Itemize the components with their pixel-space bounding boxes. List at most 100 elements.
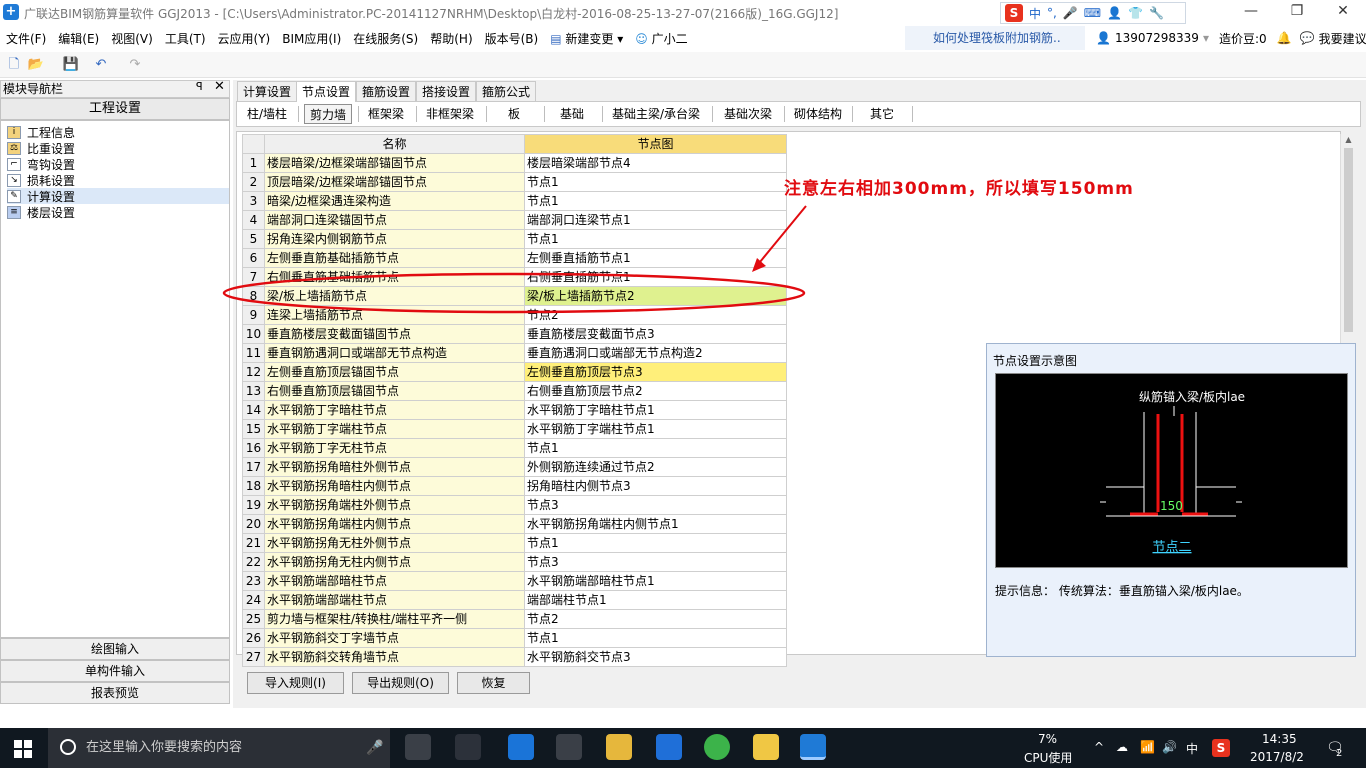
tab-stirrup-settings[interactable]: 箍筋设置 xyxy=(356,81,417,101)
row-node[interactable]: 水平钢筋拐角端柱内侧节点1 xyxy=(524,514,787,534)
table-row[interactable]: 19 水平钢筋拐角端柱外侧节点 节点3 xyxy=(242,495,787,515)
menu-assistant[interactable]: ☺ 广小二 xyxy=(629,30,693,47)
tab-node-settings[interactable]: 节点设置 xyxy=(296,81,357,102)
row-node[interactable]: 端部端柱节点1 xyxy=(524,590,787,610)
tray-chevron-icon[interactable]: ^ xyxy=(1094,740,1104,754)
edge-icon[interactable] xyxy=(508,734,534,760)
menu-help[interactable]: 帮助(H) xyxy=(424,30,478,47)
bell-icon[interactable]: 🔔 xyxy=(1277,31,1292,45)
row-name[interactable]: 水平钢筋丁字暗柱节点 xyxy=(264,400,525,420)
tools-icon[interactable]: 🔧 xyxy=(1149,6,1164,20)
row-name[interactable]: 右侧垂直筋顶层锚固节点 xyxy=(264,381,525,401)
table-row[interactable]: 24 水平钢筋端部端柱节点 端部端柱节点1 xyxy=(242,590,787,610)
user-phone[interactable]: 13907298339 xyxy=(1115,31,1199,45)
keyboard-icon[interactable]: ⌨ xyxy=(1084,6,1101,20)
subtab-foundation[interactable]: 基础 xyxy=(548,104,596,124)
row-node[interactable]: 垂直筋遇洞口或端部无节点构造2 xyxy=(524,343,787,363)
pin-icon[interactable]: ꟼ xyxy=(196,80,203,93)
subtab-shear-wall[interactable]: 剪力墙 xyxy=(304,104,352,124)
subtab-slab[interactable]: 板 xyxy=(490,104,538,124)
row-node[interactable]: 节点1 xyxy=(524,628,787,648)
suggest-icon[interactable]: 💬 xyxy=(1300,31,1315,45)
row-node[interactable]: 节点3 xyxy=(524,552,787,572)
browser-icon[interactable] xyxy=(704,734,730,760)
row-node[interactable]: 水平钢筋丁字端柱节点1 xyxy=(524,419,787,439)
subtab-column[interactable]: 柱/墙柱 xyxy=(240,104,294,124)
menu-tools[interactable]: 工具(T) xyxy=(159,30,212,47)
ime-indicator[interactable]: 中 xyxy=(1186,740,1198,757)
export-rules-button[interactable]: 导出规则(O) xyxy=(352,672,449,694)
row-node[interactable]: 水平钢筋丁字暗柱节点1 xyxy=(524,400,787,420)
nav-item-density[interactable]: ⚖ 比重设置 xyxy=(7,140,229,156)
row-node[interactable]: 节点1 xyxy=(524,438,787,458)
scroll-up-icon[interactable]: ▲ xyxy=(1341,134,1356,146)
sogou-tray-icon[interactable]: S xyxy=(1212,739,1230,757)
tab-calc-settings[interactable]: 计算设置 xyxy=(237,81,298,101)
clock-time[interactable]: 14:35 xyxy=(1262,732,1297,746)
menu-file[interactable]: 文件(F) xyxy=(0,30,52,47)
network-icon[interactable]: 📶 xyxy=(1140,740,1155,754)
undo-icon[interactable]: ↶ xyxy=(92,56,110,74)
nav-item-floor[interactable]: ≡ 楼层设置 xyxy=(7,204,229,220)
row-name[interactable]: 水平钢筋拐角无柱内侧节点 xyxy=(264,552,525,572)
file-explorer-icon[interactable] xyxy=(606,734,632,760)
table-row[interactable]: 15 水平钢筋丁字端柱节点 水平钢筋丁字端柱节点1 xyxy=(242,419,787,439)
subtab-masonry[interactable]: 砌体结构 xyxy=(788,104,848,124)
row-name[interactable]: 楼层暗梁/边框梁端部锚固节点 xyxy=(264,153,525,173)
store-icon[interactable] xyxy=(556,734,582,760)
volume-icon[interactable]: 🔊 xyxy=(1162,740,1177,754)
row-node[interactable]: 拐角暗柱内侧节点3 xyxy=(524,476,787,496)
row-name[interactable]: 水平钢筋丁字无柱节点 xyxy=(264,438,525,458)
row-name[interactable]: 水平钢筋端部暗柱节点 xyxy=(264,571,525,591)
import-rules-button[interactable]: 导入规则(I) xyxy=(247,672,344,694)
row-node[interactable]: 节点1 xyxy=(524,172,787,192)
table-row[interactable]: 27 水平钢筋斜交转角墙节点 水平钢筋斜交节点3 xyxy=(242,647,787,667)
row-name[interactable]: 水平钢筋端部端柱节点 xyxy=(264,590,525,610)
scroll-thumb[interactable] xyxy=(1344,148,1353,332)
row-node[interactable]: 楼层暗梁端部节点4 xyxy=(524,153,787,173)
table-row[interactable]: 22 水平钢筋拐角无柱内侧节点 节点3 xyxy=(242,552,787,572)
menu-online[interactable]: 在线服务(S) xyxy=(347,30,424,47)
header-name[interactable]: 名称 xyxy=(264,134,525,154)
nav-item-hook[interactable]: ⌐ 弯钩设置 xyxy=(7,156,229,172)
menu-bim[interactable]: BIM应用(I) xyxy=(276,30,347,47)
microphone-icon[interactable]: 🎤 xyxy=(1063,6,1078,20)
clock-date[interactable]: 2017/8/2 xyxy=(1250,750,1304,764)
nav-single-input[interactable]: 单构件输入 xyxy=(0,660,230,682)
ime-lang[interactable]: 中 xyxy=(1029,5,1041,22)
row-name[interactable]: 水平钢筋斜交丁字墙节点 xyxy=(264,628,525,648)
windows-start-icon[interactable] xyxy=(14,740,32,758)
nav-drawing-input[interactable]: 绘图输入 xyxy=(0,638,230,660)
task-view-icon[interactable] xyxy=(405,734,431,760)
row-name[interactable]: 水平钢筋拐角无柱外侧节点 xyxy=(264,533,525,553)
nav-section-header[interactable]: 工程设置 xyxy=(0,98,230,120)
row-name[interactable]: 剪力墙与框架柱/转换柱/端柱平齐一侧 xyxy=(264,609,525,629)
nav-close-icon[interactable]: ✕ xyxy=(214,79,225,94)
row-node[interactable]: 节点3 xyxy=(524,495,787,515)
row-name[interactable]: 左侧垂直筋顶层锚固节点 xyxy=(264,362,525,382)
nav-item-loss[interactable]: ↘ 损耗设置 xyxy=(7,172,229,188)
menu-view[interactable]: 视图(V) xyxy=(105,30,159,47)
table-row[interactable]: 21 水平钢筋拐角无柱外侧节点 节点1 xyxy=(242,533,787,553)
table-row[interactable]: 17 水平钢筋拐角暗柱外侧节点 外侧钢筋连续通过节点2 xyxy=(242,457,787,477)
table-row[interactable]: 20 水平钢筋拐角端柱内侧节点 水平钢筋拐角端柱内侧节点1 xyxy=(242,514,787,534)
table-row[interactable]: 12 左侧垂直筋顶层锚固节点 左侧垂直筋顶层节点3 xyxy=(242,362,787,382)
subtab-other[interactable]: 其它 xyxy=(856,104,908,124)
tray-icon[interactable]: ☁ xyxy=(1116,740,1128,754)
notepad-icon[interactable] xyxy=(753,734,779,760)
subtab-foundation-main-beam[interactable]: 基础主梁/承台梁 xyxy=(606,104,706,124)
tab-lap-settings[interactable]: 搭接设置 xyxy=(416,81,477,101)
nav-item-project-info[interactable]: i 工程信息 xyxy=(7,124,229,140)
row-name[interactable]: 水平钢筋丁字端柱节点 xyxy=(264,419,525,439)
table-row[interactable]: 1 楼层暗梁/边框梁端部锚固节点 楼层暗梁端部节点4 xyxy=(242,153,787,173)
row-name[interactable]: 水平钢筋拐角端柱外侧节点 xyxy=(264,495,525,515)
nav-report-preview[interactable]: 报表预览 xyxy=(0,682,230,704)
open-folder-icon[interactable]: 📂 xyxy=(27,56,45,74)
table-row[interactable]: 23 水平钢筋端部暗柱节点 水平钢筋端部暗柱节点1 xyxy=(242,571,787,591)
menu-edit[interactable]: 编辑(E) xyxy=(52,30,105,47)
table-row[interactable]: 18 水平钢筋拐角暗柱内侧节点 拐角暗柱内侧节点3 xyxy=(242,476,787,496)
account-icon[interactable]: 👤 xyxy=(1096,31,1111,45)
row-name[interactable]: 水平钢筋拐角暗柱外侧节点 xyxy=(264,457,525,477)
taskbar-search[interactable]: 在这里输入你要搜索的内容 xyxy=(48,728,390,768)
row-node[interactable]: 节点2 xyxy=(524,609,787,629)
